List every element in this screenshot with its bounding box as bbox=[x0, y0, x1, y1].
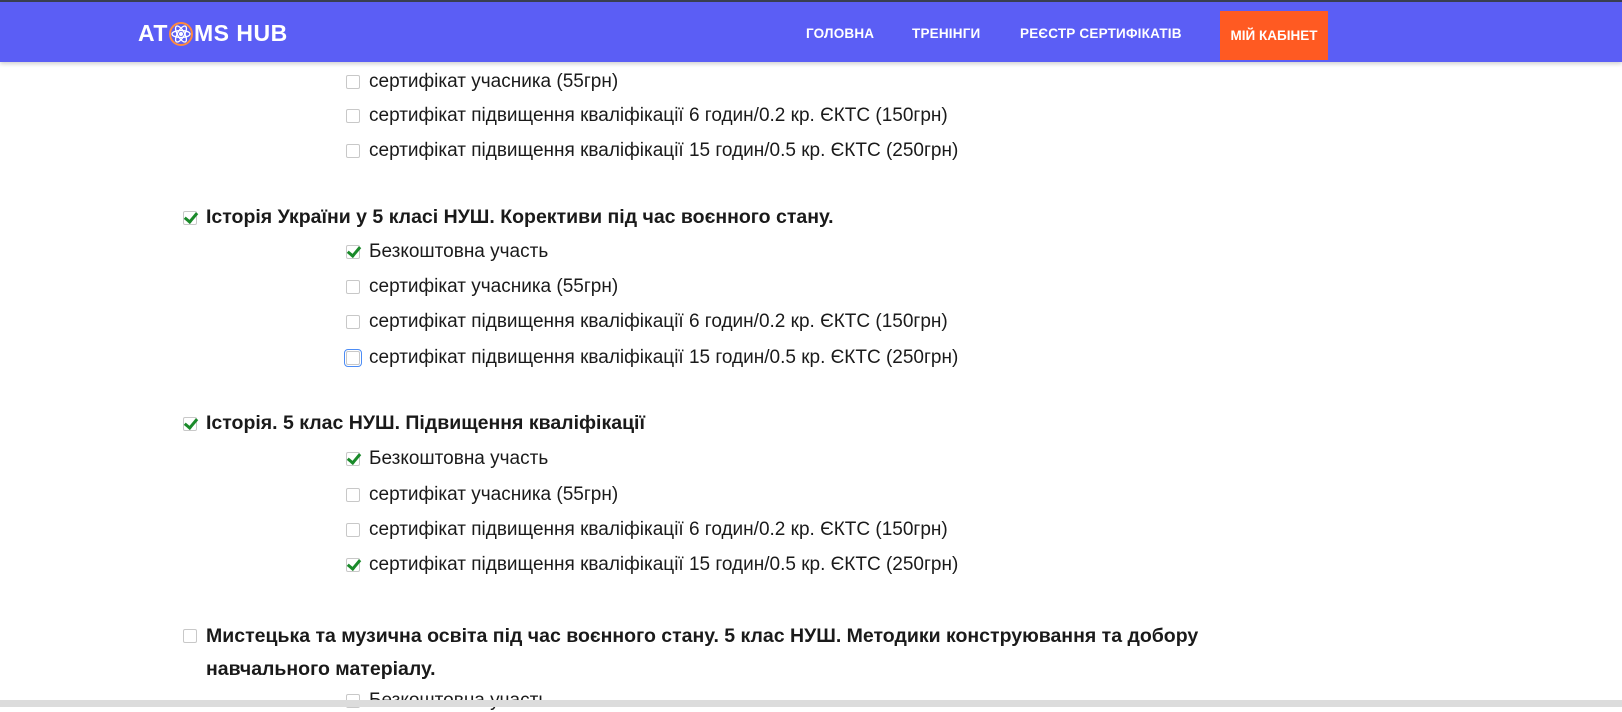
course-checkbox[interactable] bbox=[183, 416, 197, 431]
atom-icon bbox=[168, 21, 193, 46]
option-checkbox[interactable] bbox=[346, 144, 360, 158]
option-row[interactable]: Безкоштовна участь bbox=[346, 448, 548, 470]
top-navbar: AT MS HUB ГОЛОВНА ТРЕНІНГИ РЕЄСТР СЕРТИФ… bbox=[0, 2, 1622, 62]
nav-link-trainings[interactable]: ТРЕНІНГИ bbox=[912, 26, 980, 41]
option-label: сертифікат підвищення кваліфікації 6 год… bbox=[369, 105, 948, 126]
horizontal-scrollbar[interactable] bbox=[0, 700, 1622, 707]
my-cabinet-button[interactable]: МІЙ КАБІНЕТ bbox=[1220, 11, 1328, 60]
option-checkbox[interactable] bbox=[346, 558, 360, 572]
option-row[interactable]: сертифікат підвищення кваліфікації 15 го… bbox=[346, 554, 958, 576]
course-title: Історія. 5 клас НУШ. Підвищення кваліфік… bbox=[206, 412, 645, 434]
logo-text-left: AT bbox=[138, 20, 168, 46]
option-checkbox[interactable] bbox=[346, 452, 360, 466]
logo-text-right: MS HUB bbox=[193, 20, 288, 46]
option-row[interactable]: сертифікат учасника (55грн) bbox=[346, 276, 618, 298]
option-row[interactable]: сертифікат підвищення кваліфікації 15 го… bbox=[344, 347, 959, 369]
option-label: сертифікат підвищення кваліфікації 15 го… bbox=[369, 347, 959, 368]
option-label: сертифікат підвищення кваліфікації 15 го… bbox=[369, 140, 959, 161]
option-checkbox[interactable] bbox=[346, 488, 360, 502]
option-label: сертифікат учасника (55грн) bbox=[369, 484, 619, 505]
option-label: Безкоштовна участь bbox=[369, 241, 549, 262]
option-label: сертифікат підвищення кваліфікації 15 го… bbox=[369, 554, 959, 575]
option-label: Безкоштовна участь bbox=[369, 448, 549, 469]
option-row[interactable]: сертифікат учасника (55грн) bbox=[346, 71, 618, 93]
course-row[interactable]: Мистецька та музична освіта під час воєн… bbox=[183, 620, 1203, 686]
option-checkbox[interactable] bbox=[346, 75, 360, 89]
option-row[interactable]: сертифікат підвищення кваліфікації 6 год… bbox=[346, 105, 948, 127]
atoms-hub-logo[interactable]: AT MS HUB bbox=[138, 20, 288, 47]
course-row[interactable]: Історія України у 5 класі НУШ. Корективи… bbox=[183, 206, 834, 229]
option-row[interactable]: сертифікат учасника (55грн) bbox=[346, 484, 618, 506]
nav-link-home[interactable]: ГОЛОВНА bbox=[806, 26, 874, 41]
option-label: сертифікат учасника (55грн) bbox=[369, 276, 619, 297]
course-checkbox[interactable] bbox=[183, 629, 197, 643]
course-row[interactable]: Історія. 5 клас НУШ. Підвищення кваліфік… bbox=[183, 412, 645, 435]
option-checkbox[interactable] bbox=[346, 280, 360, 294]
option-row[interactable]: Безкоштовна участь bbox=[346, 241, 548, 263]
option-row[interactable]: сертифікат підвищення кваліфікації 6 год… bbox=[346, 311, 948, 333]
option-row[interactable]: сертифікат підвищення кваліфікації 6 год… bbox=[346, 519, 948, 541]
option-checkbox-focused[interactable] bbox=[344, 349, 362, 367]
option-label: сертифікат підвищення кваліфікації 6 год… bbox=[369, 519, 948, 540]
option-label: сертифікат учасника (55грн) bbox=[369, 71, 619, 92]
option-row[interactable]: сертифікат підвищення кваліфікації 15 го… bbox=[346, 140, 958, 162]
option-label: сертифікат підвищення кваліфікації 6 год… bbox=[369, 311, 948, 332]
option-checkbox[interactable] bbox=[346, 109, 360, 123]
course-checkbox[interactable] bbox=[183, 210, 197, 225]
option-checkbox[interactable] bbox=[346, 245, 360, 259]
option-checkbox[interactable] bbox=[346, 315, 360, 329]
option-checkbox[interactable] bbox=[346, 523, 360, 537]
nav-link-certificate-registry[interactable]: РЕЄСТР СЕРТИФІКАТІВ bbox=[1020, 26, 1182, 41]
course-title: Мистецька та музична освіта під час воєн… bbox=[206, 625, 1199, 680]
course-title: Історія України у 5 класі НУШ. Корективи… bbox=[206, 206, 834, 228]
